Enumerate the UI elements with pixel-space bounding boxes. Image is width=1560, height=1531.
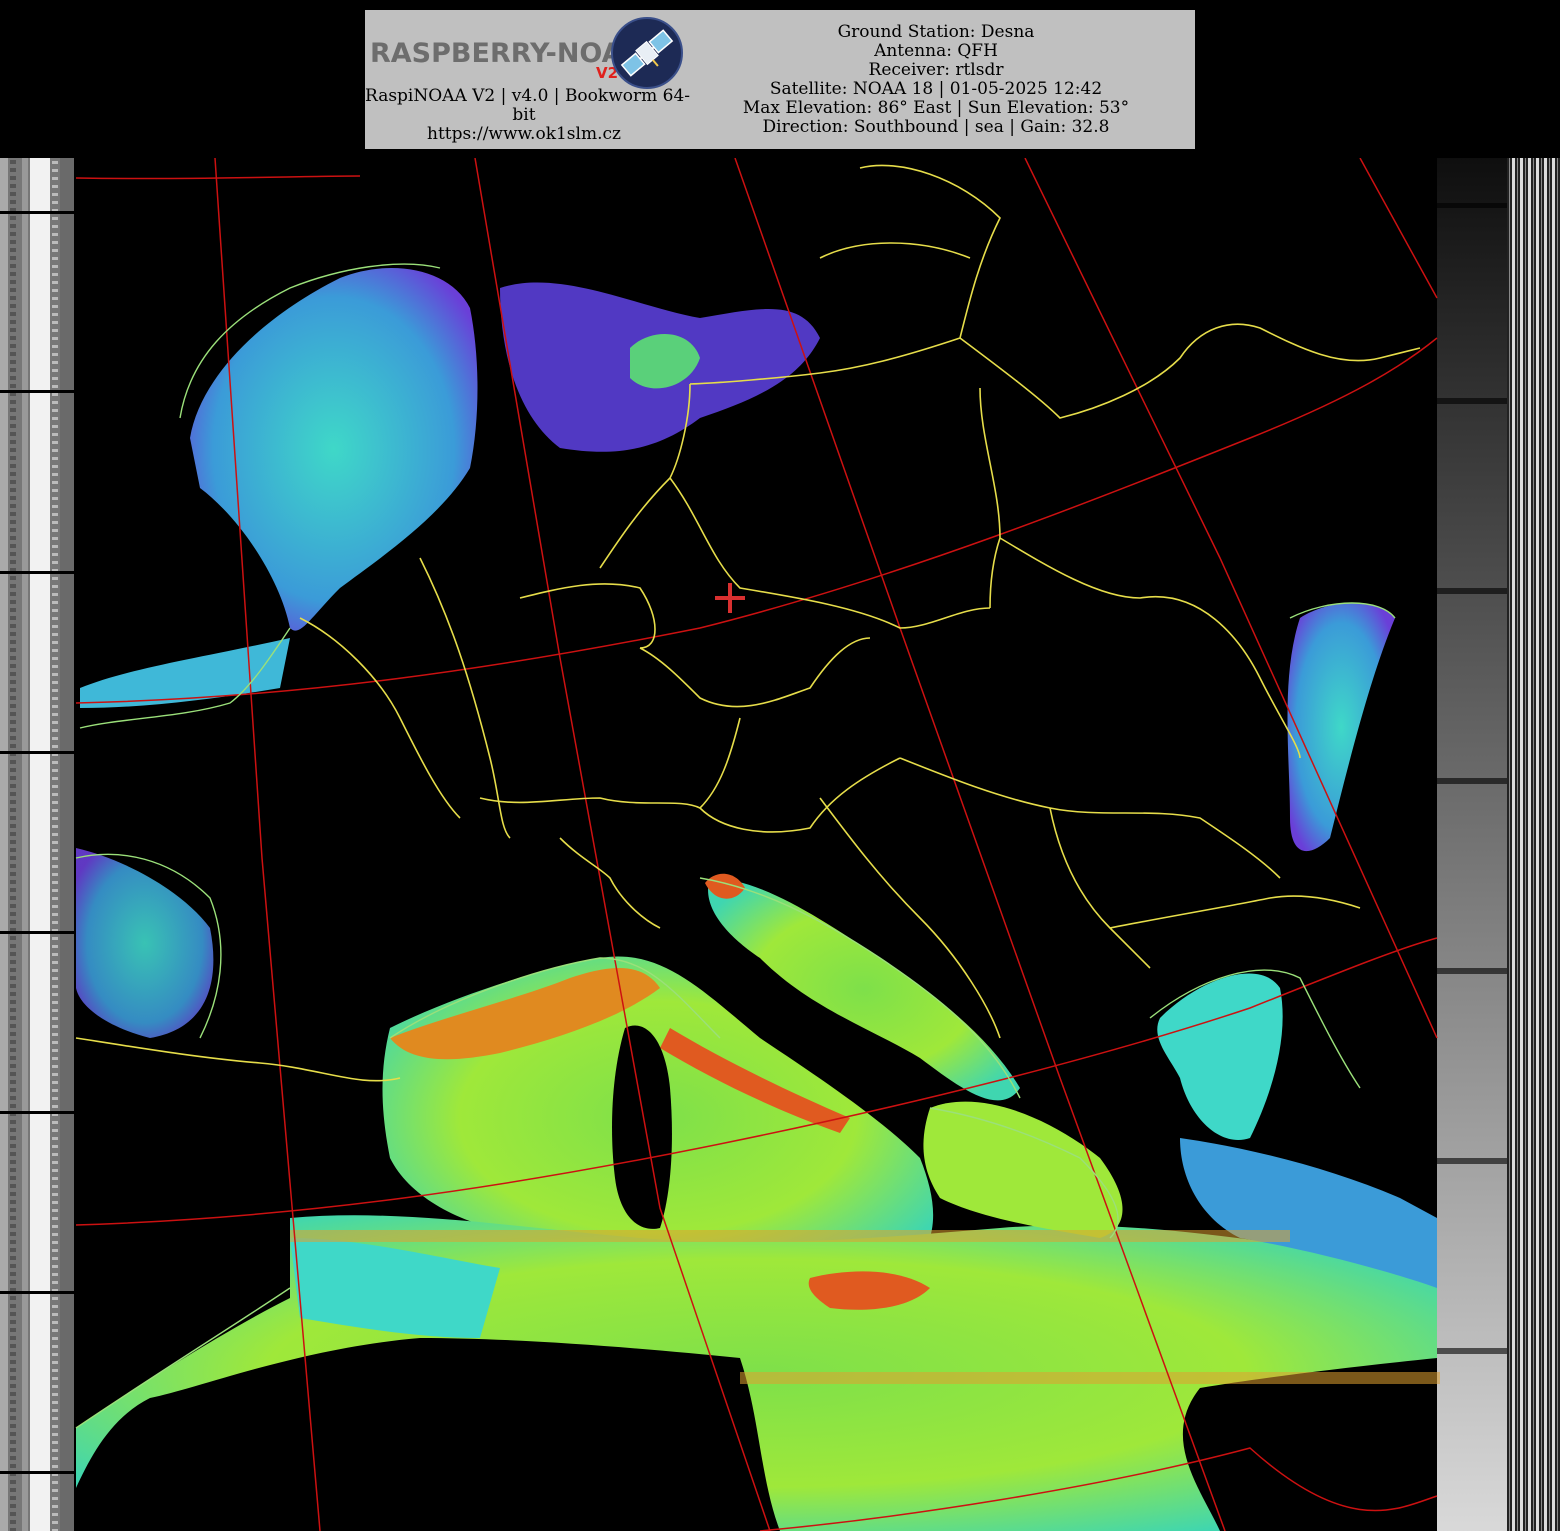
software-version-line: RaspiNOAA V2 | v4.0 | Bookworm 64- xyxy=(365,86,691,106)
website-link[interactable]: https://www.ok1slm.cz xyxy=(365,125,683,144)
software-info: RaspiNOAA V2 | v4.0 | Bookworm 64- bit h… xyxy=(365,86,691,144)
receiver-line: Receiver: rtlsdr xyxy=(868,60,1004,80)
elevation-line: Max Elevation: 86° East | Sun Elevation:… xyxy=(742,98,1130,118)
satellite-line: Satellite: NOAA 18 | 01-05-2025 12:42 xyxy=(769,79,1103,99)
software-os-line: bit xyxy=(512,105,536,125)
pass-info-header: RASPBERRY-NOAA V2 RaspiNOAA V2 | v4.0 | … xyxy=(365,10,1195,149)
direction-line: Direction: Southbound | sea | Gain: 32.8 xyxy=(762,117,1110,137)
antenna-line: Antenna: QFH xyxy=(874,41,998,61)
right-telemetry-wedges xyxy=(1437,158,1507,1531)
raspberry-noaa-logo: RASPBERRY-NOAA V2 xyxy=(370,14,683,89)
right-telemetry-stripes xyxy=(1507,158,1560,1531)
satellite-map-image xyxy=(0,158,1560,1531)
satellite-icon xyxy=(611,17,683,89)
left-telemetry-strip xyxy=(0,158,74,1531)
pass-details: Ground Station: Desna Antenna: QFH Recei… xyxy=(725,23,1147,137)
ground-station-line: Ground Station: Desna xyxy=(837,22,1035,42)
